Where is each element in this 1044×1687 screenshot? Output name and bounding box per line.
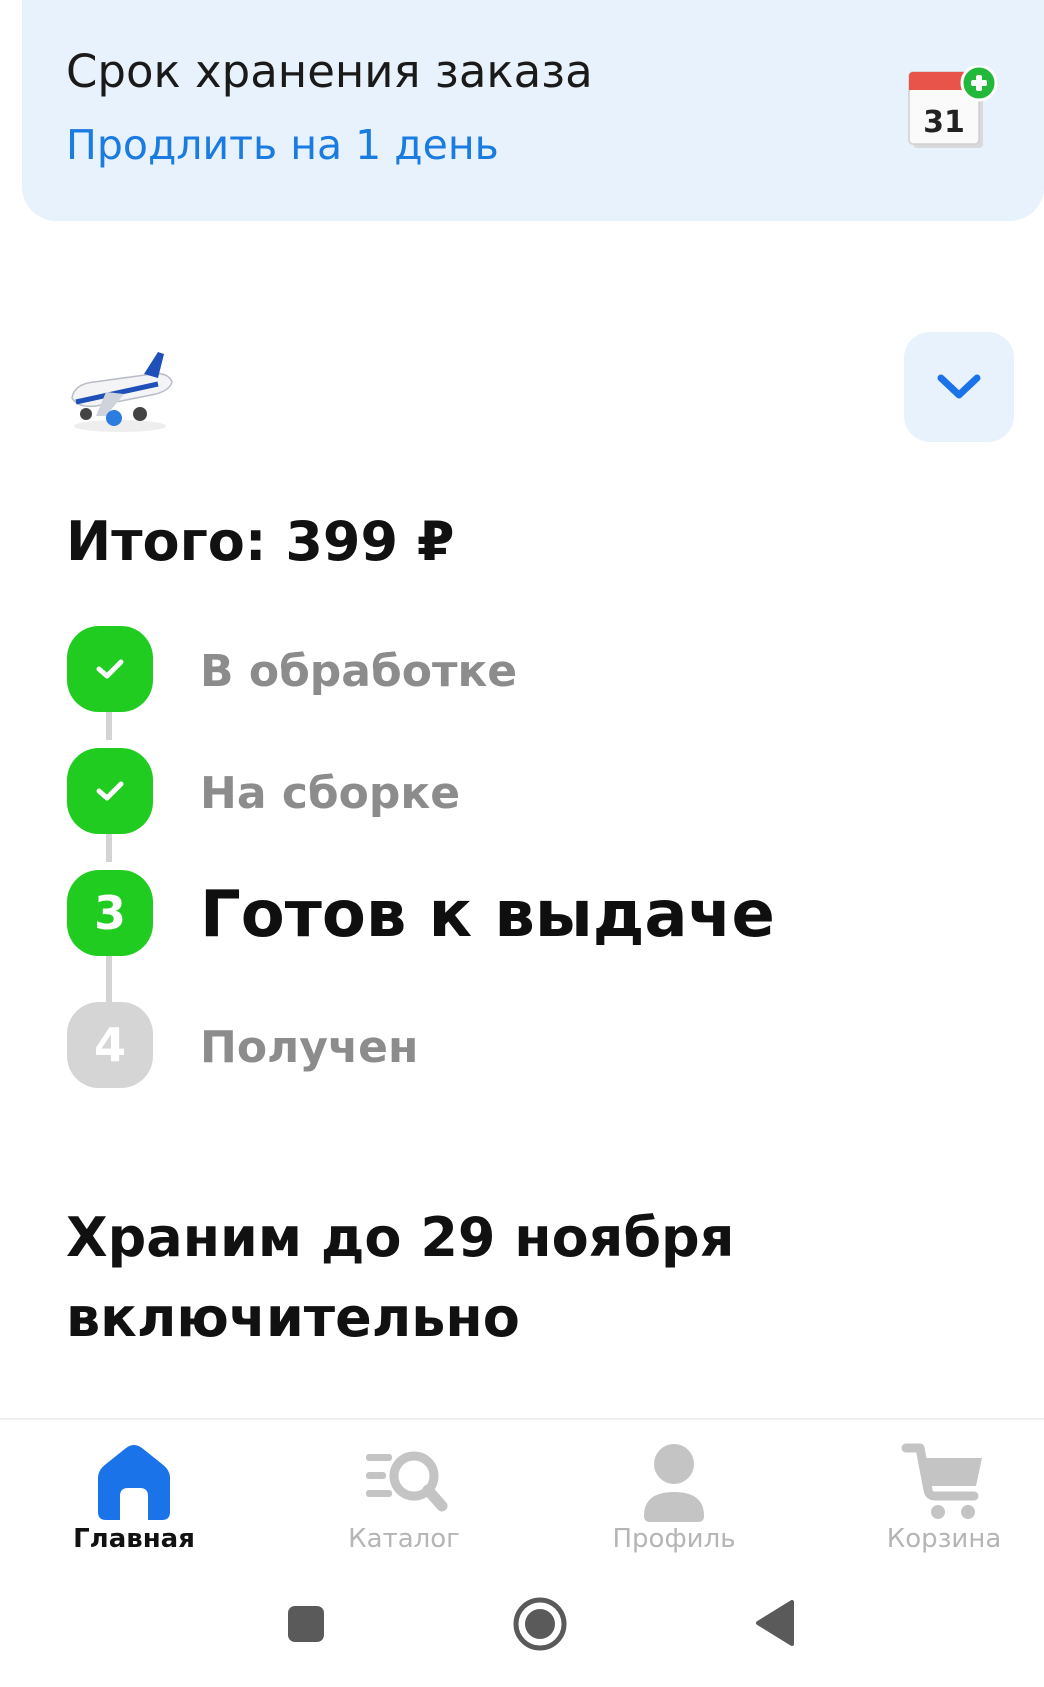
cart-icon xyxy=(901,1443,982,1519)
step-2-indicator xyxy=(67,748,153,834)
circle-home-icon xyxy=(513,1597,567,1651)
total-value: 399 ₽ xyxy=(285,510,455,573)
step-3-label: Готов к выдаче xyxy=(200,878,775,952)
step-2-label: На сборке xyxy=(200,768,461,819)
order-total: Итого: 399 ₽ xyxy=(66,510,454,573)
check-icon xyxy=(96,781,124,801)
system-navigation-bar xyxy=(0,1558,1044,1687)
nav-home-label: Главная xyxy=(73,1524,195,1554)
check-icon xyxy=(96,659,124,679)
step-4-indicator: 4 xyxy=(67,1002,153,1088)
back-button[interactable] xyxy=(752,1598,798,1648)
square-icon xyxy=(288,1606,324,1642)
storage-until-text: Храним до 29 ноября включительно xyxy=(66,1206,735,1349)
home-system-button[interactable] xyxy=(512,1596,568,1652)
storage-banner xyxy=(22,0,1044,221)
nav-catalog[interactable]: Каталог xyxy=(304,1420,504,1560)
expand-items-button[interactable] xyxy=(904,332,1014,442)
nav-home[interactable]: Главная xyxy=(34,1420,234,1560)
nav-profile-label: Профиль xyxy=(612,1524,736,1554)
step-1-indicator xyxy=(67,626,153,712)
home-icon xyxy=(98,1445,170,1520)
storage-title: Срок хранения заказа xyxy=(66,45,593,98)
nav-catalog-label: Каталог xyxy=(348,1524,460,1554)
order-details-screen: Срок хранения заказа Продлить на 1 день … xyxy=(0,0,1044,1687)
back-triangle-icon xyxy=(756,1600,794,1646)
recent-apps-button[interactable] xyxy=(286,1604,326,1644)
total-label: Итого: xyxy=(66,510,267,573)
step-1-label: В обработке xyxy=(200,646,518,697)
bottom-navigation: Главная Каталог Профиль Корзина xyxy=(0,1418,1044,1558)
step-4-label: Получен xyxy=(200,1022,419,1073)
catalog-search-icon xyxy=(366,1451,448,1512)
nav-profile[interactable]: Профиль xyxy=(574,1420,774,1560)
calendar-add-icon[interactable]: 31 xyxy=(905,64,1009,166)
chevron-down-icon xyxy=(937,374,981,399)
product-thumbnail[interactable] xyxy=(62,340,180,440)
profile-icon xyxy=(644,1444,704,1522)
nav-cart-label: Корзина xyxy=(886,1524,1002,1554)
step-3-indicator: 3 xyxy=(67,870,153,956)
nav-cart[interactable]: Корзина xyxy=(844,1420,1044,1560)
calendar-day: 31 xyxy=(923,105,965,140)
extend-storage-link[interactable]: Продлить на 1 день xyxy=(66,121,499,169)
